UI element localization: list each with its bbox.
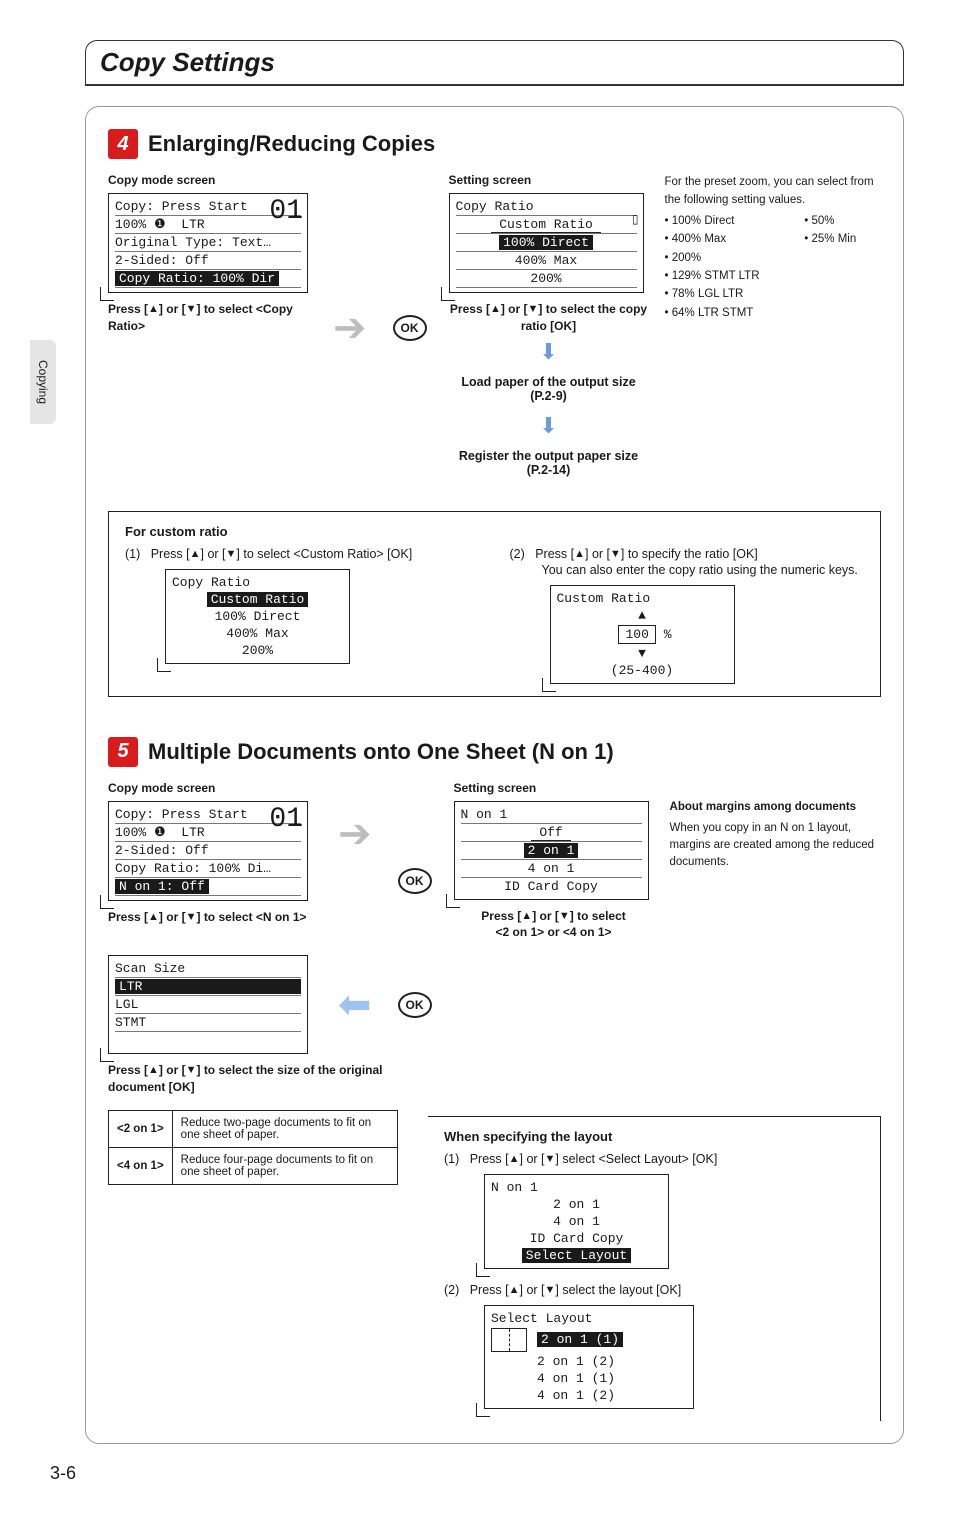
lcd-layout-menu: N on 1 2 on 1 4 on 1 ID Card Copy Select…	[484, 1174, 669, 1269]
page-title: Copy Settings	[85, 40, 904, 84]
arrow-down-icon: ⬇	[449, 339, 649, 365]
lcd-copy-ratio: Copy Ratio Custom Ratio 100% Direct 400%…	[449, 193, 644, 293]
label-setting-5: Setting screen	[454, 781, 654, 795]
section-5: 5 Multiple Documents onto One Sheet (N o…	[108, 737, 881, 1421]
ok-button[interactable]: OK	[393, 315, 427, 341]
ok-button[interactable]: OK	[398, 868, 432, 894]
preset-zoom-list: For the preset zoom, you can select from…	[665, 173, 881, 322]
copy-count: 01	[269, 196, 303, 227]
lcd-scan-size: Scan Size LTR LGL STMT	[108, 955, 308, 1054]
arrow-left-icon: ⬅	[338, 982, 372, 1028]
caption-5c: Press [▲] or [▼] to select the size of t…	[108, 1062, 398, 1096]
page-number: 3-6	[50, 1463, 76, 1484]
arrow-right-icon: ➔	[338, 811, 372, 857]
lcd-custom-ratio-value: Custom Ratio ▲ 100 % ▼ (25-400)	[550, 585, 735, 684]
arrow-down-icon: ⬇	[449, 413, 649, 439]
layout-icon	[491, 1328, 527, 1352]
label-copy-mode-5: Copy mode screen	[108, 781, 318, 795]
side-tab: Copying	[30, 340, 56, 424]
caption-4b: Press [▲] or [▼] to select the copy rati…	[449, 301, 649, 335]
flow-step-1: Load paper of the output size (P.2-9)	[449, 375, 649, 403]
caption-5b: Press [▲] or [▼] to select <2 on 1> or <…	[454, 908, 654, 942]
lcd-copy-mode-4: Copy: Press Start 100% ❶ LTR Original Ty…	[108, 193, 308, 293]
caption-4a: Press [▲] or [▼] to select <Copy Ratio>	[108, 301, 313, 335]
section-number-5: 5	[108, 737, 138, 767]
section-number-4: 4	[108, 129, 138, 159]
ok-button[interactable]: OK	[398, 992, 432, 1018]
n-on-1-table: <2 on 1>Reduce two-page documents to fit…	[108, 1110, 398, 1185]
arrow-right-icon: ➔	[333, 305, 367, 351]
label-setting-4: Setting screen	[449, 173, 649, 187]
lcd-copy-mode-5: Copy: Press Start 100% ❶ LTR 2-Sided: Of…	[108, 801, 308, 901]
section-title-4: Enlarging/Reducing Copies	[148, 131, 435, 157]
custom-ratio-box: For custom ratio (1) Press [▲] or [▼] to…	[108, 511, 881, 697]
caption-5a: Press [▲] or [▼] to select <N on 1>	[108, 909, 318, 926]
section-title-5: Multiple Documents onto One Sheet (N on …	[148, 739, 614, 765]
margins-info: About margins among documents When you c…	[670, 781, 881, 872]
lcd-custom-ratio-menu: Copy Ratio Custom Ratio 100% Direct 400%…	[165, 569, 350, 664]
layout-spec-box: When specifying the layout (1) Press [▲]…	[428, 1116, 881, 1421]
lcd-select-layout: Select Layout 2 on 1 (1) 2 on 1 (2) 4 on…	[484, 1305, 694, 1409]
scroll-icon: ▯	[632, 212, 639, 227]
label-copy-mode: Copy mode screen	[108, 173, 313, 187]
lcd-n-on-1: N on 1 Off 2 on 1 4 on 1 ID Card Copy	[454, 801, 649, 900]
section-4: 4 Enlarging/Reducing Copies Copy mode sc…	[108, 129, 881, 697]
flow-step-2: Register the output paper size (P.2-14)	[449, 449, 649, 477]
